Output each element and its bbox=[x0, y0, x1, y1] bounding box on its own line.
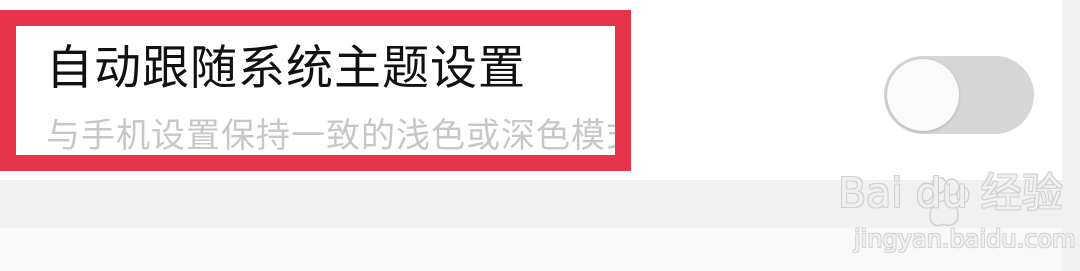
watermark-logo: Bai du 经验 bbox=[838, 169, 1063, 217]
setting-description-clip: 与手机设置保持一致的浅色或深色模式 bbox=[46, 116, 615, 155]
settings-row[interactable]: 自动跟随系统主题设置 与手机设置保持一致的浅色或深色模式 bbox=[0, 0, 1062, 180]
toggle-knob[interactable] bbox=[887, 59, 959, 131]
theme-follow-toggle[interactable] bbox=[884, 56, 1034, 134]
setting-description: 与手机设置保持一致的浅色或深色模式 bbox=[46, 116, 615, 155]
watermark: Bai du 经验 jingyan.baidu.com bbox=[838, 169, 1075, 259]
setting-title: 自动跟随系统主题设置 bbox=[46, 41, 526, 96]
watermark-site: jingyan.baidu.com bbox=[854, 225, 1076, 253]
